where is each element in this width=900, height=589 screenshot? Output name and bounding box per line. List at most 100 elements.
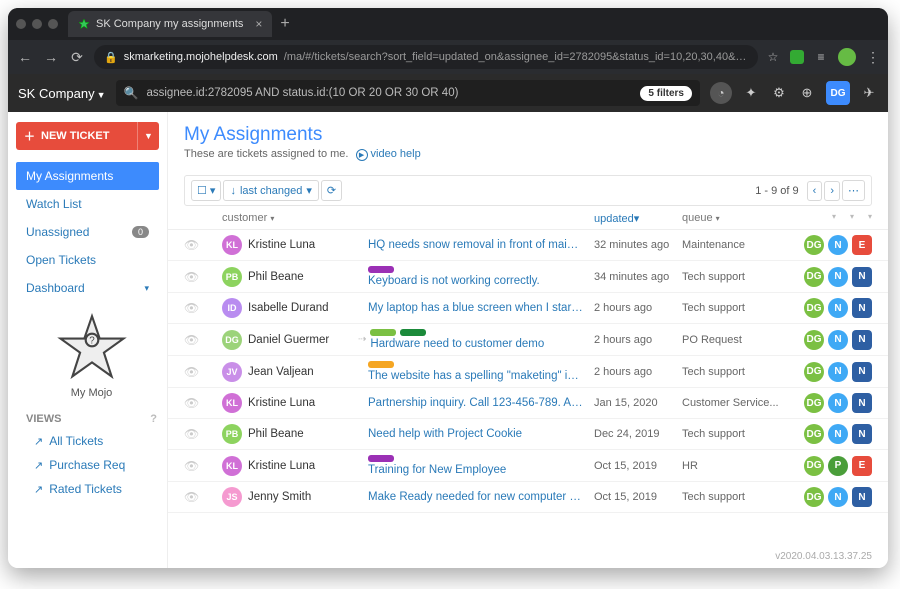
col-updated[interactable]: updated▾ [594, 213, 639, 225]
search-bar[interactable]: 🔍 5 filters [116, 80, 700, 106]
col-customer[interactable]: customer ▾ [222, 212, 274, 224]
help-icon[interactable]: ? [150, 413, 157, 425]
clock-icon[interactable]: ◔ [710, 82, 732, 104]
ticket-row[interactable]: 👁PBPhil BeaneNeed help with Project Cook… [168, 419, 888, 450]
status-badge[interactable]: N [828, 424, 848, 444]
status-badge[interactable]: E [852, 235, 872, 255]
watch-icon[interactable]: 👁 [184, 270, 199, 284]
status-badge[interactable]: N [828, 330, 848, 350]
select-all-checkbox[interactable]: ☐ ▾ [191, 180, 221, 201]
status-badge[interactable]: N [828, 267, 848, 287]
col-queue[interactable]: queue ▾ [682, 212, 720, 224]
plugin-icon[interactable]: ✦ [742, 85, 760, 101]
ticket-subject-link[interactable]: Need help with Project Cookie [368, 428, 522, 440]
gear-icon[interactable]: ⚙ [770, 85, 788, 101]
status-badge[interactable]: DG [804, 362, 824, 382]
view-link-purchase-req[interactable]: ↗Purchase Req [16, 453, 167, 477]
reader-icon[interactable]: ≡ [814, 50, 828, 64]
ticket-subject-link[interactable]: HQ needs snow removal in front of main d… [368, 239, 594, 251]
ticket-subject[interactable]: Hardware need to customer demo [370, 329, 594, 350]
ticket-subject-link[interactable]: Training for New Employee [368, 464, 506, 476]
ticket-subject-link[interactable]: Keyboard is not working correctly. [368, 275, 540, 287]
status-badge[interactable]: DG [804, 487, 824, 507]
close-tab-icon[interactable]: × [255, 17, 262, 31]
view-link-rated-tickets[interactable]: ↗Rated Tickets [16, 477, 167, 501]
status-badge[interactable]: N [828, 487, 848, 507]
sidebar-item-open-tickets[interactable]: Open Tickets [16, 246, 159, 274]
reload-button[interactable]: ⟳ [68, 49, 86, 66]
status-badge[interactable]: E [852, 456, 872, 476]
prev-page-button[interactable]: ‹ [807, 181, 823, 201]
ticket-row[interactable]: 👁JSJenny SmithMake Ready needed for new … [168, 482, 888, 513]
globe-icon[interactable]: ⊕ [798, 85, 816, 101]
watch-icon[interactable]: 👁 [184, 396, 199, 410]
ticket-row[interactable]: 👁KLKristine LunaHQ needs snow removal in… [168, 230, 888, 261]
ticket-subject[interactable]: Keyboard is not working correctly. [368, 266, 594, 287]
ticket-subject-link[interactable]: Partnership inquiry. Call 123-456-789. A… [368, 397, 594, 409]
ticket-subject-link[interactable]: My laptop has a blue screen when I start… [368, 302, 594, 314]
status-badge[interactable]: DG [804, 456, 824, 476]
watch-icon[interactable]: 👁 [184, 238, 199, 252]
ticket-row[interactable]: 👁JVJean ValjeanThe website has a spellin… [168, 356, 888, 388]
status-badge[interactable]: N [852, 487, 872, 507]
sidebar-item-unassigned[interactable]: Unassigned0 [16, 218, 159, 246]
next-page-button[interactable]: › [824, 181, 840, 201]
url-field[interactable]: 🔒 skmarketing.mojohelpdesk.com /ma/#/tic… [94, 45, 758, 69]
new-ticket-button[interactable]: ＋ NEW TICKET ▼ [16, 122, 159, 150]
browser-menu-icon[interactable]: ⋮ [866, 49, 880, 66]
status-badge[interactable]: N [852, 424, 872, 444]
sidebar-item-watch-list[interactable]: Watch List [16, 190, 159, 218]
status-badge[interactable]: N [828, 362, 848, 382]
extension-icon[interactable] [790, 50, 804, 64]
status-badge[interactable]: DG [804, 424, 824, 444]
my-mojo-widget[interactable]: ? My Mojo [16, 312, 167, 399]
status-badge[interactable]: DG [804, 235, 824, 255]
profile-avatar[interactable] [838, 48, 856, 66]
ticket-subject[interactable]: The website has a spelling "maketing" in… [368, 361, 594, 382]
status-badge[interactable]: N [852, 298, 872, 318]
view-link-all-tickets[interactable]: ↗All Tickets [16, 429, 167, 453]
window-controls[interactable] [16, 19, 58, 29]
status-badge[interactable]: N [852, 393, 872, 413]
ticket-subject-link[interactable]: Hardware need to customer demo [370, 338, 544, 350]
search-input[interactable] [146, 87, 632, 99]
ticket-row[interactable]: 👁KLKristine LunaTraining for New Employe… [168, 450, 888, 482]
status-badge[interactable]: DG [804, 330, 824, 350]
sort-dropdown[interactable]: ↓ last changed ▾ [223, 180, 318, 201]
watch-icon[interactable]: 👁 [184, 301, 199, 315]
ticket-subject-link[interactable]: Make Ready needed for new computer for n… [368, 491, 594, 503]
status-badge[interactable]: DG [804, 267, 824, 287]
status-badge[interactable]: N [828, 298, 848, 318]
status-badge[interactable]: N [828, 235, 848, 255]
status-badge[interactable]: N [852, 267, 872, 287]
sidebar-item-dashboard[interactable]: Dashboard▾ [16, 274, 159, 302]
back-button[interactable]: ← [16, 49, 34, 65]
status-badge[interactable]: N [852, 362, 872, 382]
watch-icon[interactable]: 👁 [184, 365, 199, 379]
ticket-subject-link[interactable]: The website has a spelling "maketing" in… [368, 370, 594, 382]
status-badge[interactable]: P [828, 456, 848, 476]
more-menu-button[interactable]: ⋯ [842, 180, 865, 201]
filters-pill[interactable]: 5 filters [640, 86, 692, 101]
ticket-subject[interactable]: Make Ready needed for new computer for n… [368, 491, 594, 503]
watch-icon[interactable]: 👁 [184, 459, 199, 473]
sidebar-item-my-assignments[interactable]: My Assignments [16, 162, 159, 190]
ticket-subject[interactable]: Partnership inquiry. Call 123-456-789. A… [368, 397, 594, 409]
browser-tab[interactable]: SK Company my assignments × [68, 11, 272, 37]
status-badge[interactable]: DG [804, 298, 824, 318]
video-help-link[interactable]: ▶video help [356, 148, 421, 160]
current-user-badge[interactable]: DG [826, 81, 850, 105]
watch-icon[interactable]: 👁 [184, 427, 199, 441]
forward-button[interactable]: → [42, 49, 60, 65]
watch-icon[interactable]: 👁 [184, 333, 199, 347]
status-badge[interactable]: N [852, 330, 872, 350]
bolt-icon[interactable]: ✈ [860, 85, 878, 101]
status-badge[interactable]: N [828, 393, 848, 413]
ticket-row[interactable]: 👁KLKristine LunaPartnership inquiry. Cal… [168, 388, 888, 419]
ticket-subject[interactable]: My laptop has a blue screen when I start… [368, 302, 594, 314]
ticket-subject[interactable]: Training for New Employee [368, 455, 594, 476]
new-ticket-dropdown[interactable]: ▼ [137, 122, 159, 150]
status-badge[interactable]: DG [804, 393, 824, 413]
brand-dropdown[interactable]: SK Company▼ [18, 86, 106, 101]
ticket-row[interactable]: 👁IDIsabelle DurandMy laptop has a blue s… [168, 293, 888, 324]
